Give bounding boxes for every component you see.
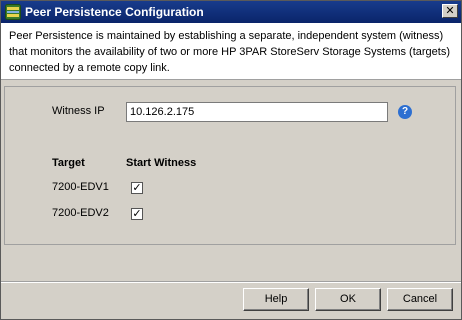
ok-button[interactable]: OK — [315, 288, 381, 311]
target-column-header: Target — [52, 157, 85, 169]
start-witness-checkbox[interactable]: ✓ — [131, 182, 143, 194]
description-text: Peer Persistence is maintained by establ… — [9, 30, 450, 74]
hp-3par-icon — [5, 4, 21, 20]
target-label: 7200-EDV1 — [52, 181, 109, 193]
checkmark-icon: ✓ — [132, 181, 142, 194]
window-title: Peer Persistence Configuration — [25, 5, 204, 19]
help-icon[interactable]: ? — [398, 105, 412, 119]
cancel-button[interactable]: Cancel — [387, 288, 453, 311]
close-button[interactable]: ✕ — [442, 4, 458, 18]
start-witness-column-header: Start Witness — [126, 157, 197, 169]
title-bar[interactable]: Peer Persistence Configuration ✕ — [1, 1, 461, 23]
separator — [1, 281, 461, 283]
witness-ip-input[interactable]: 10.126.2.175 — [126, 102, 388, 122]
dialog-window: Peer Persistence Configuration ✕ Peer Pe… — [0, 0, 462, 320]
close-icon: ✕ — [445, 4, 455, 17]
help-button[interactable]: Help — [243, 288, 309, 311]
description-panel: Peer Persistence is maintained by establ… — [1, 23, 461, 80]
witness-ip-label: Witness IP — [52, 105, 105, 117]
checkmark-icon: ✓ — [132, 207, 142, 220]
start-witness-checkbox[interactable]: ✓ — [131, 208, 143, 220]
target-label: 7200-EDV2 — [52, 207, 109, 219]
configuration-panel: Witness IP 10.126.2.175 ? Target Start W… — [4, 86, 456, 245]
